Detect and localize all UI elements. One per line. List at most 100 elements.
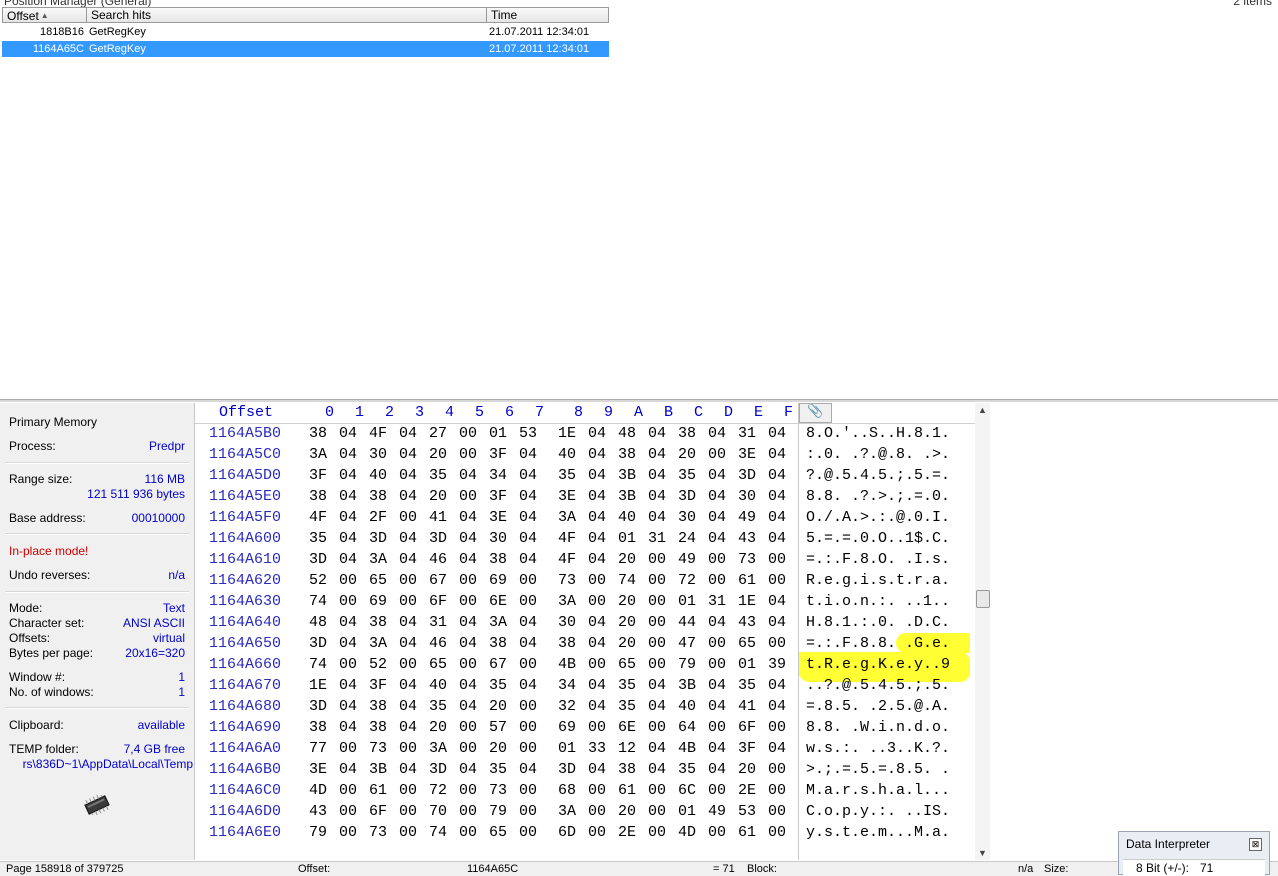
hex-byte[interactable]: 00	[459, 425, 477, 442]
hex-byte[interactable]: 30	[558, 614, 576, 631]
hex-byte[interactable]: 3F	[489, 446, 507, 463]
hex-byte[interactable]: 73	[558, 572, 576, 589]
hex-byte[interactable]: 38	[309, 719, 327, 736]
hex-byte[interactable]: 4B	[558, 656, 576, 673]
hex-byte[interactable]: 00	[459, 572, 477, 589]
ascii-text[interactable]: w.s.:. ..3..K.?.	[806, 740, 950, 757]
hex-byte[interactable]: 2F	[369, 509, 387, 526]
hex-byte[interactable]: 3A	[558, 803, 576, 820]
temp-path-value[interactable]: rs\836D~1\AppData\Local\Temp	[23, 757, 193, 771]
hex-byte[interactable]: 04	[459, 551, 477, 568]
hex-row[interactable]: 1164A6C0 4D 00 61 00 72 00 73 00 68 00 61 00 6C 00 2E 00…	[195, 782, 975, 803]
hex-byte[interactable]: 6E	[618, 719, 636, 736]
hex-byte[interactable]: 35	[618, 677, 636, 694]
column-header-time[interactable]: Time	[486, 7, 609, 23]
hex-byte[interactable]: 04	[519, 677, 537, 694]
hex-byte[interactable]: 38	[489, 551, 507, 568]
hex-byte[interactable]: 04	[768, 698, 786, 715]
hex-byte[interactable]: 04	[588, 467, 606, 484]
hex-byte[interactable]: 04	[519, 509, 537, 526]
hex-byte[interactable]: 38	[369, 614, 387, 631]
hex-byte[interactable]: 3D	[738, 467, 756, 484]
hex-byte[interactable]: 53	[738, 803, 756, 820]
hex-byte[interactable]: 67	[429, 572, 447, 589]
hex-byte[interactable]: 04	[648, 446, 666, 463]
hex-byte[interactable]: 04	[648, 698, 666, 715]
hex-byte[interactable]: 1E	[738, 593, 756, 610]
hex-byte[interactable]: 00	[339, 593, 357, 610]
hex-byte[interactable]: 69	[489, 572, 507, 589]
hex-byte[interactable]: 52	[309, 572, 327, 589]
hex-byte[interactable]: 04	[339, 677, 357, 694]
hex-byte[interactable]: 00	[519, 593, 537, 610]
hex-byte[interactable]: 04	[588, 698, 606, 715]
hex-byte[interactable]: 74	[309, 593, 327, 610]
hex-byte[interactable]: 04	[768, 677, 786, 694]
hex-byte[interactable]: 3A	[558, 593, 576, 610]
hex-byte[interactable]: 04	[708, 488, 726, 505]
hex-byte[interactable]: 20	[678, 446, 696, 463]
hex-byte[interactable]: 04	[768, 530, 786, 547]
hex-byte[interactable]: 74	[429, 824, 447, 841]
hex-row[interactable]: 1164A650 3D 04 3A 04 46 04 38 04 38 04 20 00 47 00 65 00…	[195, 635, 975, 656]
hex-byte[interactable]: 39	[768, 656, 786, 673]
hex-byte[interactable]: 3D	[309, 635, 327, 652]
hex-byte[interactable]: 3F	[309, 467, 327, 484]
hex-byte[interactable]: 01	[558, 740, 576, 757]
hex-byte[interactable]: 20	[618, 635, 636, 652]
hex-byte[interactable]: 01	[678, 593, 696, 610]
hex-byte[interactable]: 04	[459, 530, 477, 547]
hex-byte[interactable]: 57	[489, 719, 507, 736]
hex-byte[interactable]: 04	[708, 530, 726, 547]
hex-byte[interactable]: 72	[678, 572, 696, 589]
hex-byte[interactable]: 48	[618, 425, 636, 442]
hex-byte[interactable]: 3B	[618, 467, 636, 484]
ascii-text[interactable]: t.i.o.n.:. ..1..	[806, 593, 950, 610]
hex-byte[interactable]: 04	[339, 446, 357, 463]
hex-byte[interactable]: 00	[459, 593, 477, 610]
hex-byte[interactable]: 04	[459, 614, 477, 631]
ascii-text[interactable]: M.a.r.s.h.a.l...	[806, 782, 950, 799]
hex-byte[interactable]: 40	[618, 509, 636, 526]
hex-byte[interactable]: 1E	[558, 425, 576, 442]
hex-byte[interactable]: 38	[369, 719, 387, 736]
hex-byte[interactable]: 41	[738, 698, 756, 715]
hex-byte[interactable]: 04	[399, 467, 417, 484]
hex-editor[interactable]: Offset 0123456789ABCDEF 📎 1164A5B0 38 04 4F…	[195, 403, 975, 860]
hex-byte[interactable]: 04	[399, 635, 417, 652]
hex-row[interactable]: 1164A5B0 38 04 4F 04 27 00 01 53 1E 04 48 04 38 04 31 04…	[195, 425, 975, 446]
hex-byte[interactable]: 3E	[558, 488, 576, 505]
hex-byte[interactable]: 46	[429, 551, 447, 568]
hex-byte[interactable]: 30	[369, 446, 387, 463]
hex-byte[interactable]: 3B	[678, 677, 696, 694]
hex-byte[interactable]: 77	[309, 740, 327, 757]
hex-row[interactable]: 1164A5D0 3F 04 40 04 35 04 34 04 35 04 3B 04 35 04 3D 04…	[195, 467, 975, 488]
hex-byte[interactable]: 73	[369, 740, 387, 757]
hex-byte[interactable]: 61	[738, 572, 756, 589]
hex-byte[interactable]: 20	[618, 551, 636, 568]
hex-byte[interactable]: 35	[618, 698, 636, 715]
hex-byte[interactable]: 00	[399, 824, 417, 841]
hex-byte[interactable]: 04	[648, 677, 666, 694]
hex-byte[interactable]: 33	[588, 740, 606, 757]
hex-byte[interactable]: 20	[429, 488, 447, 505]
hex-byte[interactable]: 00	[399, 593, 417, 610]
ascii-text[interactable]: 8.8. .?.>.;.=.0.	[806, 488, 950, 505]
ascii-text[interactable]: =.:.F.8.O. .I.s.	[806, 551, 950, 568]
hex-byte[interactable]: 20	[429, 719, 447, 736]
hex-byte[interactable]: 04	[708, 677, 726, 694]
hex-byte[interactable]: 04	[708, 467, 726, 484]
hex-byte[interactable]: 79	[678, 656, 696, 673]
hex-byte[interactable]: 04	[588, 509, 606, 526]
hex-byte[interactable]: 00	[648, 656, 666, 673]
hex-byte[interactable]: 04	[339, 761, 357, 778]
hex-byte[interactable]: 40	[369, 467, 387, 484]
hex-byte[interactable]: 04	[519, 467, 537, 484]
hex-byte[interactable]: 4F	[369, 425, 387, 442]
hex-byte[interactable]: 00	[768, 719, 786, 736]
hex-byte[interactable]: 00	[768, 572, 786, 589]
hex-byte[interactable]: 12	[618, 740, 636, 757]
hex-byte[interactable]: 00	[588, 719, 606, 736]
ascii-text[interactable]: =.8.5. .2.5.@.A.	[806, 698, 950, 715]
hex-byte[interactable]: 3E	[489, 509, 507, 526]
